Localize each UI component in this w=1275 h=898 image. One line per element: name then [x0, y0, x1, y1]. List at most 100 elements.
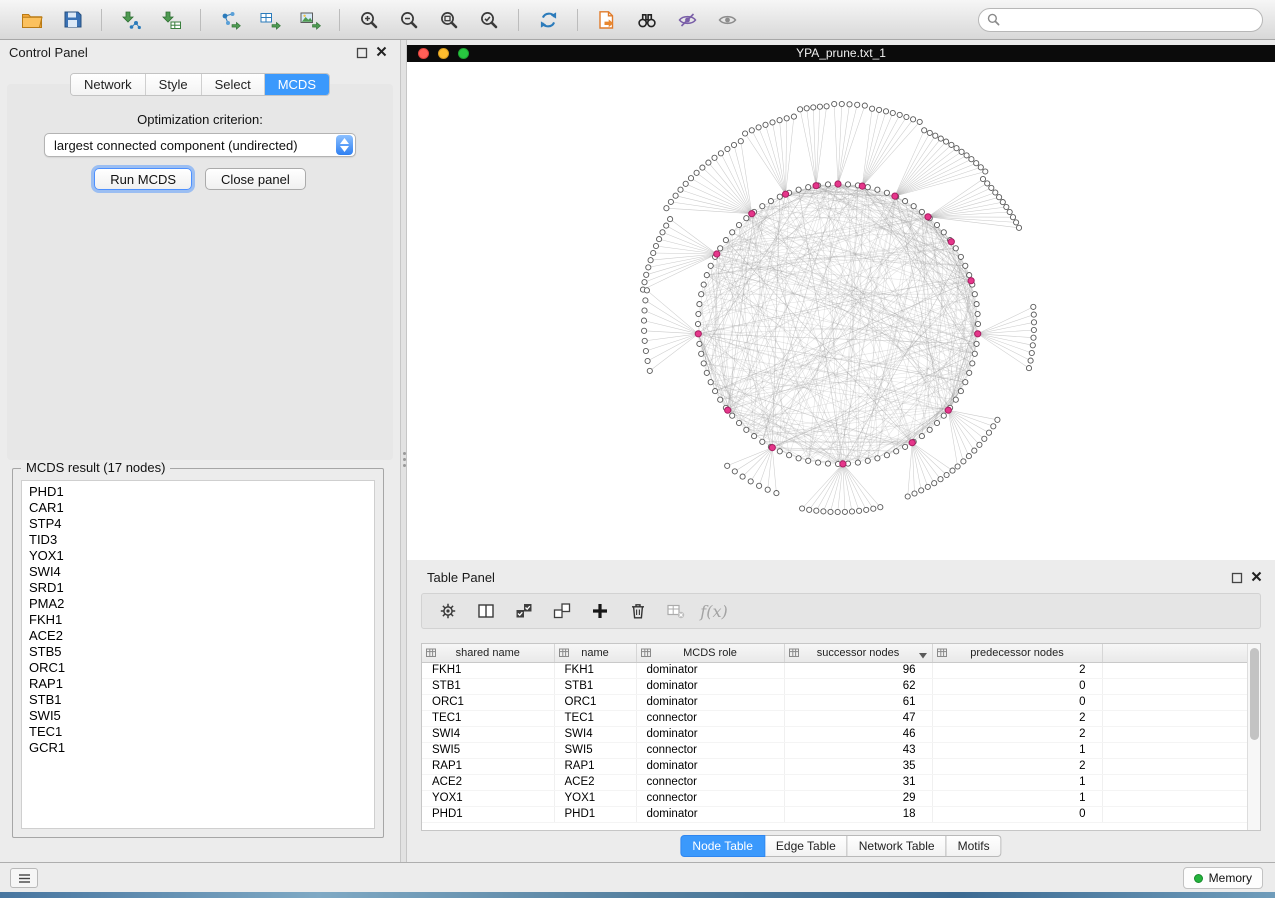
table-cell[interactable]: ACE2: [554, 774, 636, 790]
table-row[interactable]: YOX1YOX1connector291: [422, 790, 1251, 806]
table-cell[interactable]: FKH1: [422, 662, 554, 678]
create-column-button[interactable]: [584, 597, 616, 625]
mcds-result-list[interactable]: PHD1CAR1STP4TID3YOX1SWI4SRD1PMA2FKH1ACE2…: [21, 480, 375, 829]
table-cell[interactable]: dominator: [636, 678, 784, 694]
table-cell[interactable]: ORC1: [422, 694, 554, 710]
export-document-button[interactable]: [587, 4, 627, 36]
show-details-button[interactable]: [707, 4, 747, 36]
mcds-result-item[interactable]: ORC1: [22, 660, 374, 676]
tab-network-table[interactable]: Network Table: [848, 835, 947, 857]
table-cell[interactable]: connector: [636, 710, 784, 726]
vertical-splitter[interactable]: [400, 40, 407, 862]
export-image-button[interactable]: [290, 4, 330, 36]
table-scrollbar-thumb[interactable]: [1250, 648, 1259, 740]
tab-motifs[interactable]: Motifs: [947, 835, 1002, 857]
table-cell[interactable]: connector: [636, 790, 784, 806]
table-cell[interactable]: 2: [932, 662, 1102, 678]
close-panel-button-mcds[interactable]: Close panel: [205, 168, 306, 190]
table-cell[interactable]: TEC1: [554, 710, 636, 726]
refresh-button[interactable]: [528, 4, 568, 36]
mcds-result-item[interactable]: TID3: [22, 532, 374, 548]
table-cell[interactable]: YOX1: [422, 790, 554, 806]
column-header-mcds-role[interactable]: MCDS role: [636, 644, 784, 662]
table-cell[interactable]: SWI5: [422, 742, 554, 758]
table-cell[interactable]: 0: [932, 694, 1102, 710]
table-row[interactable]: ACE2ACE2connector311: [422, 774, 1251, 790]
new-network-button[interactable]: [210, 4, 250, 36]
table-cell[interactable]: SWI5: [554, 742, 636, 758]
column-header-shared-name[interactable]: shared name: [422, 644, 554, 662]
delete-table-button[interactable]: [660, 597, 692, 625]
find-button[interactable]: [627, 4, 667, 36]
search-field[interactable]: [978, 8, 1263, 32]
table-cell[interactable]: connector: [636, 742, 784, 758]
table-row[interactable]: SWI5SWI5connector431: [422, 742, 1251, 758]
network-canvas[interactable]: [407, 62, 1275, 560]
zoom-selected-button[interactable]: [469, 4, 509, 36]
column-header-predecessor-nodes[interactable]: predecessor nodes: [932, 644, 1102, 662]
table-cell[interactable]: 0: [932, 678, 1102, 694]
table-cell[interactable]: 2: [932, 710, 1102, 726]
float-panel-button[interactable]: [356, 46, 368, 58]
mcds-result-item[interactable]: FKH1: [22, 612, 374, 628]
mcds-result-item[interactable]: GCR1: [22, 740, 374, 756]
select-all-columns-button[interactable]: [508, 597, 540, 625]
mcds-result-item[interactable]: CAR1: [22, 500, 374, 516]
mcds-result-item[interactable]: SWI4: [22, 564, 374, 580]
table-cell[interactable]: SWI4: [422, 726, 554, 742]
table-row[interactable]: SWI4SWI4dominator462: [422, 726, 1251, 742]
table-cell[interactable]: 47: [784, 710, 932, 726]
table-cell[interactable]: ORC1: [554, 694, 636, 710]
table-cell[interactable]: 62: [784, 678, 932, 694]
tab-node-table[interactable]: Node Table: [680, 835, 765, 857]
table-cell[interactable]: 35: [784, 758, 932, 774]
table-row[interactable]: RAP1RAP1dominator352: [422, 758, 1251, 774]
mcds-result-item[interactable]: PMA2: [22, 596, 374, 612]
zoom-fit-button[interactable]: [429, 4, 469, 36]
table-cell[interactable]: 1: [932, 774, 1102, 790]
export-table-button[interactable]: [250, 4, 290, 36]
run-mcds-button[interactable]: Run MCDS: [94, 168, 192, 190]
mcds-result-item[interactable]: STB5: [22, 644, 374, 660]
table-cell[interactable]: RAP1: [554, 758, 636, 774]
table-cell[interactable]: 1: [932, 742, 1102, 758]
tab-select[interactable]: Select: [202, 74, 265, 95]
mcds-result-item[interactable]: RAP1: [22, 676, 374, 692]
table-row[interactable]: FKH1FKH1dominator962: [422, 662, 1251, 678]
table-cell[interactable]: YOX1: [554, 790, 636, 806]
mcds-result-item[interactable]: YOX1: [22, 548, 374, 564]
zoom-out-button[interactable]: [389, 4, 429, 36]
table-cell[interactable]: dominator: [636, 726, 784, 742]
table-row[interactable]: STB1STB1dominator620: [422, 678, 1251, 694]
table-cell[interactable]: FKH1: [554, 662, 636, 678]
float-table-panel-button[interactable]: [1231, 571, 1243, 583]
table-cell[interactable]: 31: [784, 774, 932, 790]
tab-style[interactable]: Style: [146, 74, 202, 95]
table-cell[interactable]: 0: [932, 806, 1102, 822]
mcds-result-item[interactable]: SWI5: [22, 708, 374, 724]
table-cell[interactable]: dominator: [636, 694, 784, 710]
column-header-successor-nodes[interactable]: successor nodes: [784, 644, 932, 662]
table-cell[interactable]: STB1: [422, 678, 554, 694]
deselect-all-columns-button[interactable]: [546, 597, 578, 625]
tab-network[interactable]: Network: [71, 74, 146, 95]
delete-column-button[interactable]: [622, 597, 654, 625]
mcds-result-item[interactable]: TEC1: [22, 724, 374, 740]
mcds-result-item[interactable]: STB1: [22, 692, 374, 708]
table-cell[interactable]: STB1: [554, 678, 636, 694]
table-cell[interactable]: 96: [784, 662, 932, 678]
search-input[interactable]: [1005, 13, 1254, 27]
criterion-select[interactable]: largest connected component (undirected): [44, 133, 356, 157]
import-table-button[interactable]: [151, 4, 191, 36]
mcds-result-item[interactable]: ACE2: [22, 628, 374, 644]
tab-mcds[interactable]: MCDS: [265, 74, 329, 95]
table-cell[interactable]: 18: [784, 806, 932, 822]
table-settings-button[interactable]: [432, 597, 464, 625]
table-cell[interactable]: TEC1: [422, 710, 554, 726]
table-cell[interactable]: 1: [932, 790, 1102, 806]
show-columns-button[interactable]: [470, 597, 502, 625]
table-cell[interactable]: RAP1: [422, 758, 554, 774]
hide-details-button[interactable]: [667, 4, 707, 36]
panel-menu-button[interactable]: [10, 868, 38, 888]
table-cell[interactable]: dominator: [636, 758, 784, 774]
